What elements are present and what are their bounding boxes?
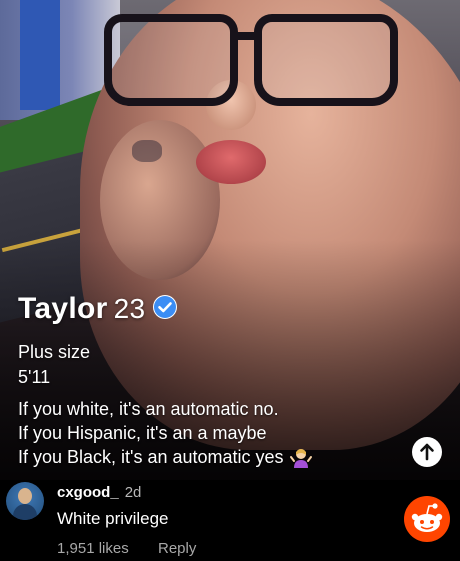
bio-line-5: If you Black, it's an automatic yes [18, 447, 284, 467]
up-arrow-button[interactable] [412, 437, 442, 467]
shrug-woman-emoji-icon [289, 447, 312, 469]
up-arrow-icon [420, 443, 434, 461]
bio-line-1: Plus size [18, 342, 91, 362]
glasses-lens-right [254, 14, 398, 106]
photo-lips [196, 140, 266, 184]
bio-line-3: If you white, it's an automatic no. [18, 399, 279, 419]
bio-line-2: 5'11 [18, 367, 51, 387]
avatar-body [13, 504, 37, 520]
bio-line-4: If you Hispanic, it's an a maybe [18, 423, 267, 443]
verified-check-icon [153, 295, 178, 320]
commenter-avatar[interactable] [6, 482, 44, 520]
reply-button[interactable]: Reply [158, 540, 196, 557]
profile-name-row: Taylor 23 [18, 292, 178, 326]
profile-age: 23 [113, 293, 146, 324]
photo-tattoo [132, 140, 162, 162]
profile-name: Taylor [18, 292, 108, 325]
comment-username-row: cxgood_ 2d [57, 484, 141, 501]
bio-line-5-row: If you Black, it's an automatic yes [18, 446, 418, 469]
avatar-head [18, 488, 32, 504]
reddit-snoo-icon [404, 496, 450, 542]
comment-time: 2d [124, 484, 142, 501]
comment-text: White privilege [57, 509, 169, 528]
background-building-pillar [20, 0, 60, 110]
photo-glasses [104, 10, 398, 106]
comment-username[interactable]: cxgood_ [57, 484, 119, 501]
glasses-lens-left [104, 14, 238, 106]
comment-likes[interactable]: 1,951 likes [57, 540, 129, 557]
